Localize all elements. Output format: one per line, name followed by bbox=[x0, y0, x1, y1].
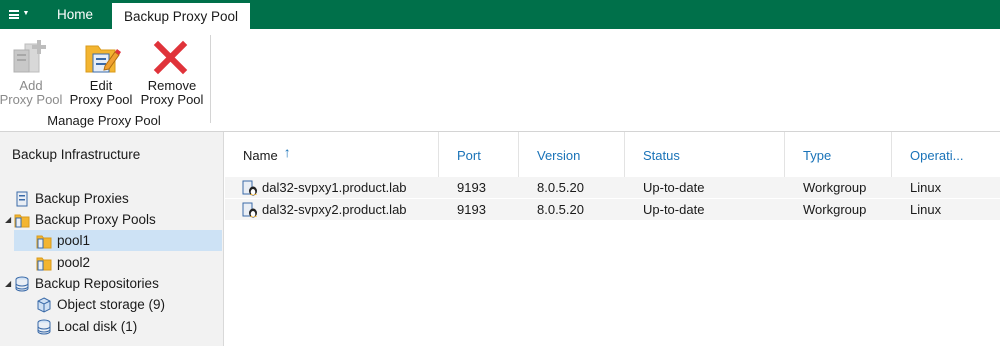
sidebar-item-backup-proxy-pools[interactable]: Backup Proxy Pools bbox=[14, 209, 156, 230]
edit-proxy-pool-button[interactable]: Edit Proxy Pool bbox=[70, 36, 132, 116]
sidebar-item-pool1[interactable]: pool1 bbox=[14, 230, 222, 251]
remove-proxy-pool-button[interactable]: Remove Proxy Pool bbox=[140, 36, 204, 116]
sidebar-item-label: Backup Proxies bbox=[35, 191, 129, 206]
row-type-cell: Workgroup bbox=[803, 180, 867, 195]
remove-proxy-pool-label-2: Proxy Pool bbox=[140, 92, 204, 107]
proxy-list: Name ↑ Port Version Status Type Operati.… bbox=[225, 132, 1000, 346]
object-storage-icon bbox=[36, 296, 52, 313]
navigation-sidebar: Backup Infrastructure Backup Proxies ◢ B… bbox=[0, 132, 224, 346]
row-name-label: dal32-svpxy1.product.lab bbox=[262, 180, 407, 195]
edit-proxy-pool-label-1: Edit bbox=[89, 78, 113, 93]
sidebar-item-local-disk[interactable]: Local disk (1) bbox=[14, 316, 137, 337]
column-header-version[interactable]: Version bbox=[519, 132, 625, 178]
column-header-label: Name bbox=[243, 147, 278, 163]
row-os-cell: Linux bbox=[910, 202, 942, 217]
column-header-status[interactable]: Status bbox=[625, 132, 785, 178]
tab-backup-proxy-pool[interactable]: Backup Proxy Pool bbox=[112, 3, 250, 30]
server-icon bbox=[14, 191, 30, 207]
tab-home[interactable]: Home bbox=[40, 0, 110, 29]
row-name-cell: dal32-svpxy1.product.lab bbox=[242, 177, 407, 198]
sidebar-item-label: pool1 bbox=[57, 233, 91, 248]
row-os-cell: Linux bbox=[910, 180, 942, 195]
ribbon: Add Proxy Pool Edit Proxy Pool Remove Pr… bbox=[0, 29, 1000, 132]
edit-pencil-icon bbox=[81, 36, 121, 76]
row-version-cell: 8.0.5.20 bbox=[537, 180, 584, 195]
sidebar-item-label: Local disk (1) bbox=[57, 319, 138, 334]
row-name-cell: dal32-svpxy2.product.lab bbox=[242, 199, 407, 220]
ribbon-group-label: Manage Proxy Pool bbox=[47, 113, 161, 128]
add-server-icon bbox=[11, 36, 51, 76]
tree-expanded-icon[interactable]: ◢ bbox=[5, 279, 11, 288]
row-version-cell: 8.0.5.20 bbox=[537, 202, 584, 217]
hamburger-icon bbox=[8, 10, 19, 19]
table-row[interactable]: dal32-svpxy1.product.lab 9193 8.0.5.20 U… bbox=[225, 177, 1000, 198]
chevron-down-icon: ▼ bbox=[22, 9, 30, 17]
column-header-operating-system[interactable]: Operati... bbox=[892, 132, 1000, 178]
row-type-cell: Workgroup bbox=[803, 202, 867, 217]
sidebar-title: Backup Infrastructure bbox=[12, 147, 141, 162]
row-port-cell: 9193 bbox=[457, 202, 486, 217]
add-proxy-pool-button[interactable]: Add Proxy Pool bbox=[0, 36, 62, 116]
sidebar-item-label: pool2 bbox=[57, 255, 91, 270]
row-status-cell: Up-to-date bbox=[643, 202, 705, 217]
ribbon-group-divider bbox=[210, 35, 211, 123]
sidebar-item-label: Backup Repositories bbox=[35, 276, 159, 291]
add-proxy-pool-label-2: Proxy Pool bbox=[0, 92, 63, 107]
column-header-port[interactable]: Port bbox=[439, 132, 519, 178]
column-header-type[interactable]: Type bbox=[785, 132, 892, 178]
database-icon bbox=[36, 319, 52, 335]
sidebar-item-pool2[interactable]: pool2 bbox=[14, 252, 90, 273]
tree-expanded-icon[interactable]: ◢ bbox=[5, 215, 11, 224]
sort-ascending-icon: ↑ bbox=[283, 144, 291, 160]
database-icon bbox=[14, 276, 30, 292]
title-bar: ▼ Home Backup Proxy Pool bbox=[0, 0, 1000, 30]
row-name-label: dal32-svpxy2.product.lab bbox=[262, 202, 407, 217]
edit-proxy-pool-label-2: Proxy Pool bbox=[69, 92, 133, 107]
linux-server-icon bbox=[242, 202, 258, 218]
sidebar-item-backup-proxies[interactable]: Backup Proxies bbox=[14, 188, 129, 209]
row-status-cell: Up-to-date bbox=[643, 180, 705, 195]
sidebar-item-backup-repositories[interactable]: Backup Repositories bbox=[14, 273, 159, 294]
folder-server-icon bbox=[36, 255, 52, 271]
remove-proxy-pool-label-1: Remove bbox=[147, 78, 197, 93]
sidebar-item-label: Backup Proxy Pools bbox=[35, 212, 156, 227]
sidebar-item-object-storage[interactable]: Object storage (9) bbox=[14, 294, 165, 315]
main-menu-button[interactable]: ▼ bbox=[0, 0, 38, 29]
sidebar-item-label: Object storage (9) bbox=[57, 297, 166, 312]
column-header-name[interactable]: Name ↑ bbox=[225, 132, 439, 178]
red-x-icon bbox=[152, 36, 192, 76]
add-proxy-pool-label-1: Add bbox=[19, 78, 43, 93]
linux-server-icon bbox=[242, 180, 258, 196]
folder-server-icon bbox=[36, 233, 52, 249]
row-port-cell: 9193 bbox=[457, 180, 486, 195]
folder-server-icon bbox=[14, 212, 30, 228]
table-row[interactable]: dal32-svpxy2.product.lab 9193 8.0.5.20 U… bbox=[225, 199, 1000, 220]
